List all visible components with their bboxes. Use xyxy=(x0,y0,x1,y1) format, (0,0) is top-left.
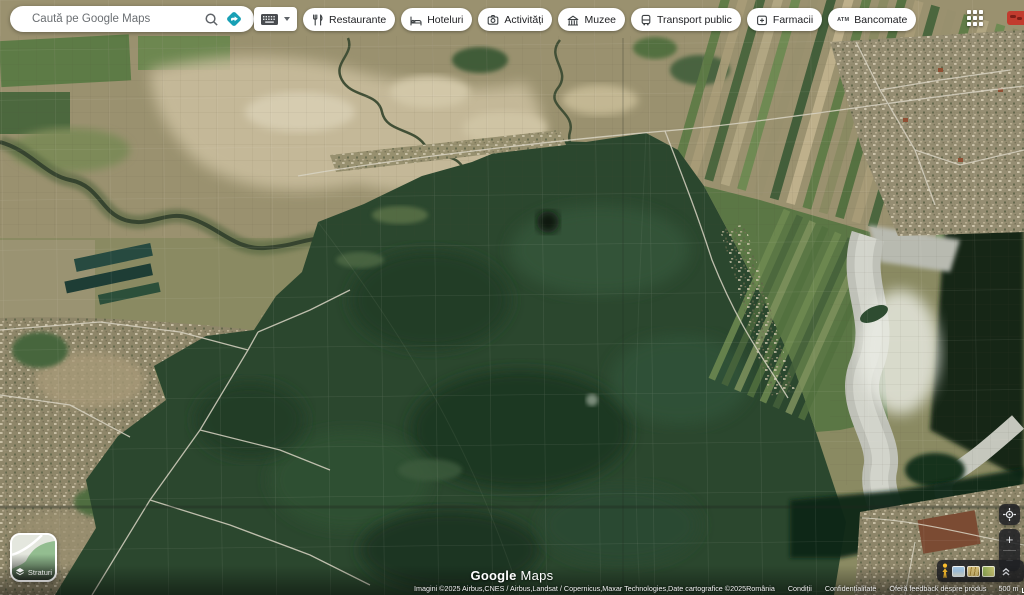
link-feedback[interactable]: Oferă feedback despre produs xyxy=(889,584,986,593)
chip-label: Farmacii xyxy=(773,14,813,26)
chip-label: Hoteluri xyxy=(427,14,463,26)
imagery-thumbnail-1[interactable] xyxy=(952,566,965,577)
zoom-in-button[interactable]: + xyxy=(999,529,1020,550)
chip-hotels[interactable]: Hoteluri xyxy=(401,8,472,31)
search-icon xyxy=(204,12,219,27)
satellite-map-canvas[interactable] xyxy=(0,0,1024,595)
chip-atms[interactable]: ATM Bancomate xyxy=(828,8,916,31)
imagery-toolbar xyxy=(937,560,1024,582)
museum-icon xyxy=(567,14,579,26)
chip-transit[interactable]: Transport public xyxy=(631,8,741,31)
google-maps-app: Restaurante Hoteluri Activități Muzee xyxy=(0,0,1024,595)
hotel-bed-icon xyxy=(410,14,422,26)
dropdown-caret-icon xyxy=(284,17,290,21)
layers-button[interactable]: Straturi xyxy=(10,533,57,582)
chip-label: Muzee xyxy=(584,14,616,26)
layers-icon xyxy=(15,567,25,577)
attribution-links: România Condiții Confidențialitate Oferă… xyxy=(746,584,986,593)
chip-pharmacies[interactable]: Farmacii xyxy=(747,8,822,31)
chip-museums[interactable]: Muzee xyxy=(558,8,625,31)
category-chips: Restaurante Hoteluri Activități Muzee xyxy=(303,8,916,31)
collapse-toolbar-button[interactable] xyxy=(999,564,1013,578)
profile-avatar[interactable] xyxy=(1007,11,1024,25)
my-location-icon xyxy=(1001,506,1018,523)
atm-icon: ATM xyxy=(837,17,849,23)
apps-grid-icon xyxy=(966,9,984,27)
chip-label: Bancomate xyxy=(854,14,907,26)
pegman-icon[interactable] xyxy=(940,563,950,579)
camera-icon xyxy=(487,14,499,26)
imagery-thumbnail-3[interactable] xyxy=(982,566,995,577)
chip-restaurants[interactable]: Restaurante xyxy=(303,8,395,31)
imagery-thumbnail-2[interactable] xyxy=(967,566,980,577)
my-location-button[interactable] xyxy=(999,504,1020,525)
attribution-bar: Imagini ©2025 Airbus,CNES / Airbus,Lands… xyxy=(414,583,1022,594)
imagery-credits: Imagini ©2025 Airbus,CNES / Airbus,Lands… xyxy=(414,584,746,593)
scale-label: 500 m xyxy=(998,584,1018,593)
chip-label: Restaurante xyxy=(329,14,386,26)
google-apps-button[interactable] xyxy=(966,9,984,27)
link-country[interactable]: România xyxy=(746,584,775,593)
double-chevron-up-icon xyxy=(999,564,1013,578)
restaurant-icon xyxy=(312,14,324,26)
search-box[interactable] xyxy=(10,6,254,32)
chip-activities[interactable]: Activități xyxy=(478,8,552,31)
map-scale: 500 m xyxy=(998,584,1024,593)
search-input[interactable] xyxy=(30,12,200,26)
chip-label: Activități xyxy=(504,14,543,26)
pharmacy-icon xyxy=(756,14,768,26)
directions-icon xyxy=(223,8,245,30)
keyboard-icon xyxy=(261,14,278,25)
link-terms[interactable]: Condiții xyxy=(788,584,812,593)
input-tools-button[interactable] xyxy=(254,7,297,31)
directions-button[interactable] xyxy=(222,7,246,31)
layers-label: Straturi xyxy=(28,568,52,577)
bus-icon xyxy=(640,14,652,26)
link-privacy[interactable]: Confidențialitate xyxy=(825,584,877,593)
chip-label: Transport public xyxy=(657,14,732,26)
search-button[interactable] xyxy=(200,8,222,30)
